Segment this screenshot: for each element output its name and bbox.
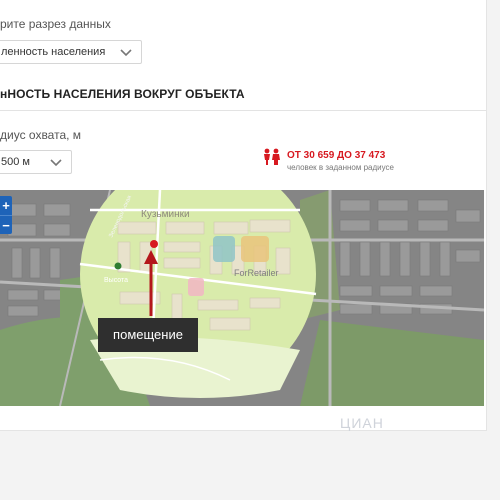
people-icon [264,148,280,165]
map-district-label: Кузьминки [141,209,190,220]
radius-label: диус охвата, м [0,128,82,142]
data-slice-label: рите разрез данных [0,17,111,31]
watermark: ЦИАН [340,415,384,431]
population-panel: рите разрез данных ленность населения нН… [0,0,487,431]
map-canvas: Кузьминки ForRetailer Высота Зеленодольс… [0,190,484,406]
map[interactable]: Кузьминки ForRetailer Высота Зеленодольс… [0,190,484,406]
radius-value: 500 м [1,156,30,168]
zoom-in-button[interactable]: + [0,196,12,215]
divider [0,110,486,111]
premises-caption: помещение [98,318,198,352]
radius-select[interactable]: 500 м [0,150,72,174]
chevron-down-icon [120,49,132,57]
population-value: ОТ 30 659 ДО 37 473 [287,150,386,161]
map-zoom-control: + − [0,196,12,234]
map-brand-label: ForRetailer [234,268,279,278]
data-slice-value: ленность населения [1,46,106,58]
data-slice-select[interactable]: ленность населения [0,40,142,64]
zoom-out-button[interactable]: − [0,216,12,235]
map-station-label: Высота [104,277,128,284]
chevron-down-icon [50,159,62,167]
population-subtitle: человек в заданном радиусе [287,163,394,172]
section-heading: нНОСТЬ НАСЕЛЕНИЯ ВОКРУГ ОБЪЕКТА [0,87,245,101]
